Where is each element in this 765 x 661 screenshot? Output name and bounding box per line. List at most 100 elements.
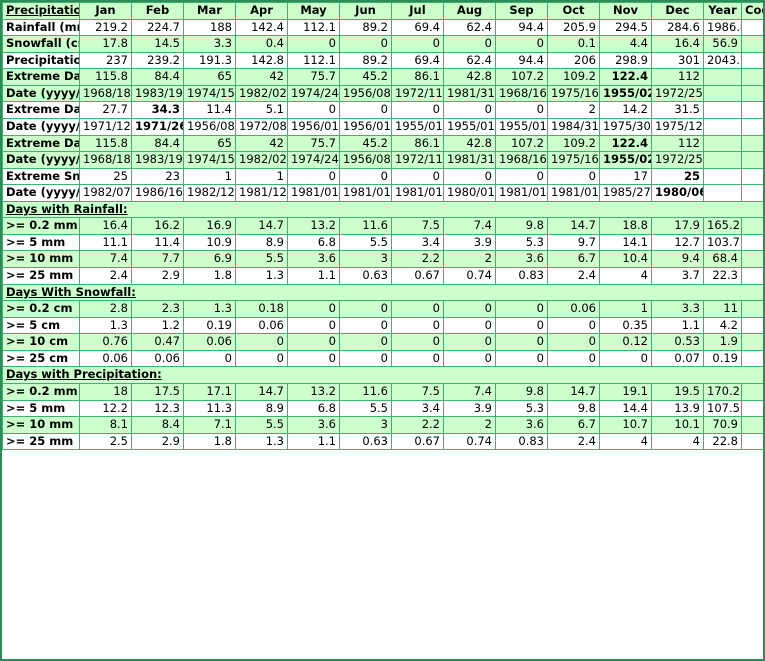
table-row: Extreme Daily Precipitation (mm)115.884.… xyxy=(3,135,765,152)
data-cell: 3.3 xyxy=(652,301,704,318)
data-cell: 298.9 xyxy=(600,52,652,69)
data-cell: 0 xyxy=(392,350,444,367)
data-cell: 9.8 xyxy=(496,218,548,235)
data-cell: 205.9 xyxy=(548,19,600,36)
data-cell: 0 xyxy=(340,350,392,367)
data-cell: 1981/31 xyxy=(444,152,496,169)
data-cell: 1956/08 xyxy=(340,85,392,102)
data-cell: 1972/11 xyxy=(392,152,444,169)
data-cell: 11.4 xyxy=(132,234,184,251)
code-cell: D xyxy=(742,433,765,450)
data-cell: 0 xyxy=(340,317,392,334)
data-cell: 0.06 xyxy=(548,301,600,318)
data-cell: 17 xyxy=(600,168,652,185)
data-cell: 0 xyxy=(496,168,548,185)
data-cell: 0 xyxy=(548,350,600,367)
data-cell: 1.3 xyxy=(236,268,288,285)
data-cell: 206 xyxy=(548,52,600,69)
data-cell: 2 xyxy=(548,102,600,119)
data-cell: 0.12 xyxy=(600,334,652,351)
section-title-days-with-precipitation: Days with Precipitation: xyxy=(3,367,765,384)
data-cell: 2.5 xyxy=(80,433,132,450)
code-cell xyxy=(742,168,765,185)
data-cell: 5.5 xyxy=(340,400,392,417)
data-cell: 10.7 xyxy=(600,417,652,434)
section-header-row: Days with Precipitation: xyxy=(3,367,765,384)
data-cell: 112 xyxy=(652,135,704,152)
data-cell: 1983/19 xyxy=(132,85,184,102)
data-cell: 107.2 xyxy=(496,135,548,152)
year-cell: 170.2 xyxy=(704,383,742,400)
column-header-dec: Dec xyxy=(652,3,704,20)
section-header-row: Days with Rainfall: xyxy=(3,201,765,218)
data-cell: 0.35 xyxy=(600,317,652,334)
data-cell: 1974/15 xyxy=(184,152,236,169)
data-cell: 0 xyxy=(184,350,236,367)
code-cell xyxy=(742,185,765,202)
data-cell: 0.67 xyxy=(392,433,444,450)
data-cell: 1981/01+ xyxy=(548,185,600,202)
code-cell: D xyxy=(742,417,765,434)
data-cell: 1972/25 xyxy=(652,85,704,102)
data-cell: 0 xyxy=(392,102,444,119)
data-cell: 1975/12 xyxy=(652,118,704,135)
data-cell: 1955/01+ xyxy=(392,118,444,135)
data-cell: 6.8 xyxy=(288,234,340,251)
data-cell: 3.6 xyxy=(496,417,548,434)
data-cell: 86.1 xyxy=(392,69,444,86)
table-row: >= 0.2 mm16.416.216.914.713.211.67.57.49… xyxy=(3,218,765,235)
data-cell: 5.3 xyxy=(496,400,548,417)
data-cell: 18.8 xyxy=(600,218,652,235)
data-cell: 2.2 xyxy=(392,251,444,268)
data-cell: 0 xyxy=(288,334,340,351)
data-cell: 6.7 xyxy=(548,251,600,268)
data-cell: 0.06 xyxy=(236,317,288,334)
data-cell: 1982/07 xyxy=(80,185,132,202)
data-cell: 115.8 xyxy=(80,135,132,152)
year-cell: 56.9 xyxy=(704,36,742,53)
data-cell: 2.9 xyxy=(132,433,184,450)
data-cell: 42.8 xyxy=(444,69,496,86)
data-cell: 1982/12 xyxy=(184,185,236,202)
table-row: >= 10 cm0.760.470.0600000000.120.531.9D xyxy=(3,334,765,351)
data-cell: 7.1 xyxy=(184,417,236,434)
data-cell: 0 xyxy=(496,102,548,119)
data-cell: 19.1 xyxy=(600,383,652,400)
data-cell: 5.5 xyxy=(236,251,288,268)
data-cell: 7.5 xyxy=(392,218,444,235)
data-cell: 0 xyxy=(288,36,340,53)
data-cell: 1.3 xyxy=(80,317,132,334)
data-cell: 0 xyxy=(392,317,444,334)
row-label: Extreme Snow Depth (cm) xyxy=(3,168,80,185)
data-cell: 4.4 xyxy=(600,36,652,53)
data-cell: 65 xyxy=(184,135,236,152)
data-cell: 0 xyxy=(340,301,392,318)
data-cell: 1982/02 xyxy=(236,85,288,102)
data-cell: 0 xyxy=(236,350,288,367)
table-row: Date (yyyy/dd)1982/071986/16+1982/121981… xyxy=(3,185,765,202)
data-cell: 1981/01+ xyxy=(288,185,340,202)
data-cell: 1956/08 xyxy=(340,152,392,169)
data-cell: 3.6 xyxy=(288,251,340,268)
data-cell: 0 xyxy=(288,102,340,119)
row-label: Extreme Daily Snowfall (cm) xyxy=(3,102,80,119)
data-cell: 1971/12 xyxy=(80,118,132,135)
data-cell: 0 xyxy=(340,334,392,351)
data-cell: 1981/31 xyxy=(444,85,496,102)
data-cell: 112 xyxy=(652,69,704,86)
data-cell: 0 xyxy=(340,36,392,53)
data-cell: 1984/31 xyxy=(548,118,600,135)
data-cell: 6.8 xyxy=(288,400,340,417)
data-cell: 115.8 xyxy=(80,69,132,86)
data-cell: 1981/01+ xyxy=(392,185,444,202)
data-cell: 0 xyxy=(496,334,548,351)
data-cell: 109.2 xyxy=(548,135,600,152)
data-cell: 23 xyxy=(132,168,184,185)
data-cell: 0 xyxy=(548,334,600,351)
table-row: >= 0.2 mm1817.517.114.713.211.67.57.49.8… xyxy=(3,383,765,400)
row-label: >= 10 mm xyxy=(3,417,80,434)
data-cell: 0.4 xyxy=(236,36,288,53)
year-cell xyxy=(704,102,742,119)
data-cell: 27.7 xyxy=(80,102,132,119)
data-cell: 62.4 xyxy=(444,19,496,36)
